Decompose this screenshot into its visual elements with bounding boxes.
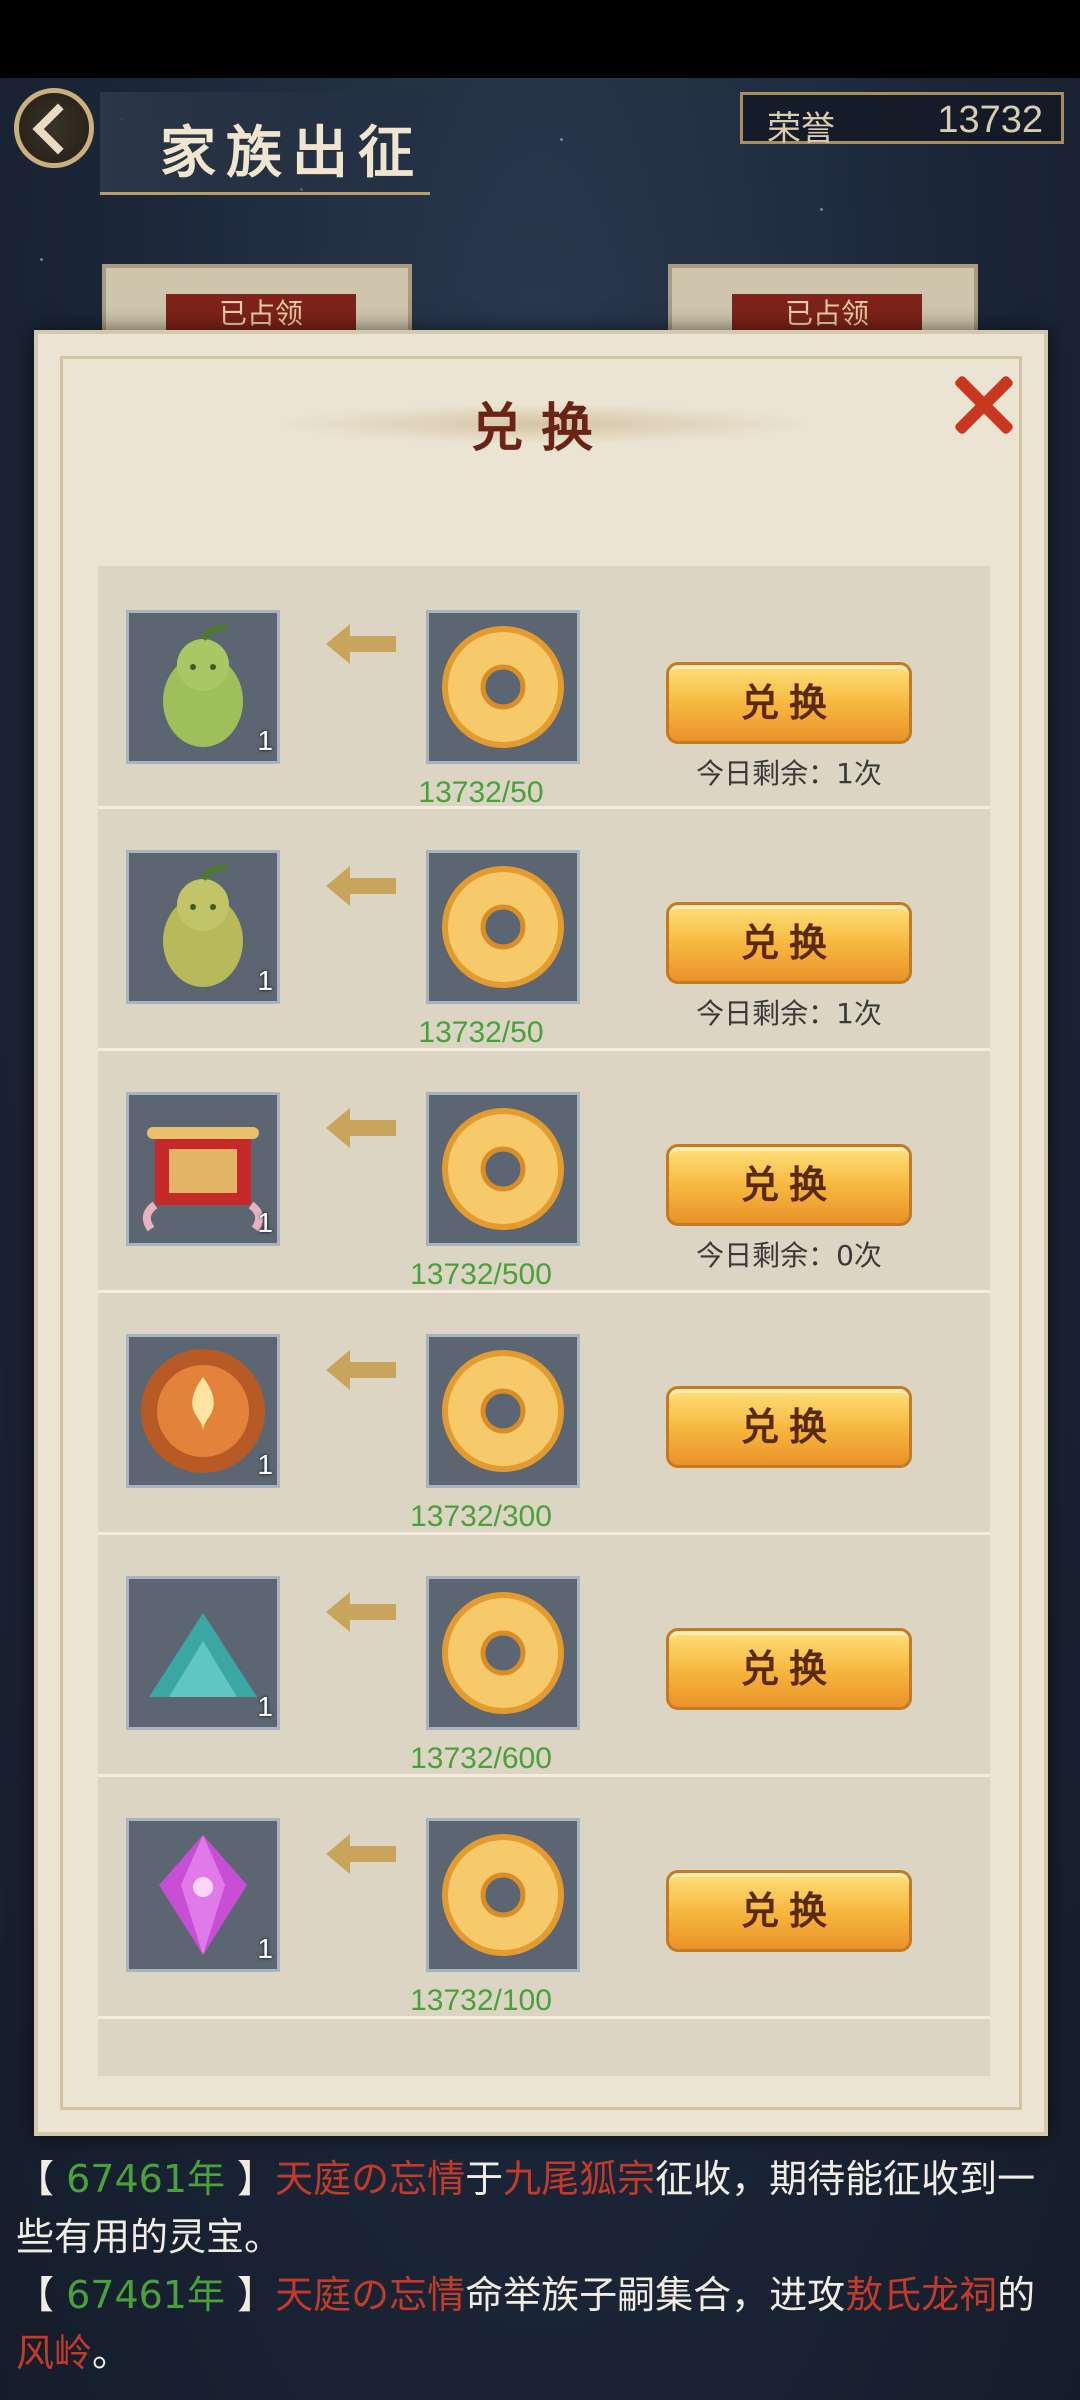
log-text: 的 <box>997 2273 1036 2317</box>
arrow-left-icon <box>326 1834 396 1874</box>
arrow-left-icon <box>326 866 396 906</box>
exchange-row: 1 13732/50 兑换 今日剩余：1次 <box>98 566 990 809</box>
occupied-tag: 已占领 <box>166 294 356 334</box>
teal-sand-icon <box>149 1613 257 1697</box>
remaining-today: 今日剩余：1次 <box>696 757 882 790</box>
gold-coin-icon <box>442 1350 564 1472</box>
honor-label: 荣誉 <box>767 109 835 149</box>
pear-baby-icon <box>163 625 243 747</box>
territory-card-right: 已占领 <box>668 264 978 334</box>
back-button[interactable] <box>14 88 94 168</box>
log-entry: 【 67461年 】天庭の忘情于九尾狐宗征收，期待能征收到一些有用的灵宝。 <box>16 2157 1036 2259</box>
log-place: 风岭 <box>16 2331 93 2375</box>
gold-coin-icon <box>442 1834 564 1956</box>
honor-coin-slot <box>426 610 580 764</box>
honor-coin-slot <box>426 1334 580 1488</box>
cost-label: 13732/50 <box>418 1016 544 1049</box>
cost-label: 13732/300 <box>410 1500 552 1533</box>
log-text: 于 <box>465 2157 504 2201</box>
honor-coin-slot <box>426 1576 580 1730</box>
log-actor: 天庭の忘情 <box>275 2157 466 2201</box>
arrow-left-icon <box>326 1592 396 1632</box>
pear-baby-icon <box>163 865 243 987</box>
occupied-tag: 已占领 <box>732 294 922 334</box>
honor-display: 荣誉 13732 <box>740 92 1064 149</box>
exchange-row: 1 13732/50 兑换 今日剩余：1次 <box>98 808 990 1051</box>
status-bar <box>0 0 1080 78</box>
honor-value: 13732 <box>937 99 1043 141</box>
log-year: 67461年 <box>66 2157 225 2201</box>
arrow-left-icon <box>326 624 396 664</box>
reward-item-slot[interactable]: 1 <box>126 850 280 1004</box>
log-text: 。 <box>92 2331 131 2375</box>
remaining-today: 今日剩余：1次 <box>696 997 882 1030</box>
exchange-row: 1 13732/500 兑换 今日剩余：0次 <box>98 1050 990 1293</box>
exchange-row: 1 13732/300 兑换 <box>98 1292 990 1535</box>
arrow-left-icon <box>326 1350 396 1390</box>
arrow-left-icon <box>326 1108 396 1148</box>
item-count: 1 <box>257 1933 273 1964</box>
honor-coin-slot <box>426 1818 580 1972</box>
item-count: 1 <box>257 1207 273 1238</box>
exchange-button[interactable]: 兑换 <box>666 1870 912 1952</box>
item-count: 1 <box>257 725 273 756</box>
purple-crystal-icon <box>159 1835 247 1955</box>
cost-label: 13732/600 <box>410 1742 552 1775</box>
reward-item-slot[interactable]: 1 <box>126 1092 280 1246</box>
exchange-list: 1 13732/50 兑换 今日剩余：1次 1 13732/50 兑换 今日剩余… <box>98 566 990 2076</box>
reward-item-slot[interactable]: 1 <box>126 1576 280 1730</box>
reward-item-slot[interactable]: 1 <box>126 1334 280 1488</box>
exchange-button[interactable]: 兑换 <box>666 902 912 984</box>
item-count: 1 <box>257 1691 273 1722</box>
exchange-button[interactable]: 兑换 <box>666 662 912 744</box>
page-title: 家族出征 <box>160 120 424 186</box>
honor-coin-slot <box>426 1092 580 1246</box>
exchange-button[interactable]: 兑换 <box>666 1628 912 1710</box>
close-button[interactable] <box>948 370 1018 440</box>
gold-coin-icon <box>442 1108 564 1230</box>
red-scroll-icon <box>142 1127 264 1232</box>
reward-item-slot[interactable]: 1 <box>126 610 280 764</box>
exchange-row: 1 13732/600 兑换 <box>98 1534 990 1777</box>
remaining-today: 今日剩余：0次 <box>696 1239 882 1272</box>
cost-label: 13732/500 <box>410 1258 552 1291</box>
gold-coin-icon <box>442 1592 564 1714</box>
log-entry: 【 67461年 】天庭の忘情命举族子嗣集合，进攻敖氏龙祠的风岭。 <box>16 2273 1036 2375</box>
exchange-dialog: 兑换 1 13732/50 兑换 今日剩余：1次 1 13732/50 兑换 今… <box>34 330 1048 2136</box>
log-place: 九尾狐宗 <box>503 2157 656 2201</box>
cost-label: 13732/50 <box>418 776 544 809</box>
exchange-row: 1 13732/100 兑换 <box>98 1776 990 2019</box>
gold-coin-icon <box>442 626 564 748</box>
honor-coin-slot <box>426 850 580 1004</box>
fire-orb-icon <box>141 1349 265 1473</box>
exchange-button[interactable]: 兑换 <box>666 1386 912 1468</box>
log-year: 67461年 <box>66 2273 225 2317</box>
item-count: 1 <box>257 965 273 996</box>
log-actor: 天庭の忘情 <box>275 2273 466 2317</box>
territory-card-left: 已占领 <box>102 264 412 334</box>
log-text: 命举族子嗣集合，进攻 <box>465 2273 846 2317</box>
reward-item-slot[interactable]: 1 <box>126 1818 280 1972</box>
log-place: 敖氏龙祠 <box>845 2273 998 2317</box>
exchange-button[interactable]: 兑换 <box>666 1144 912 1226</box>
gold-coin-icon <box>442 866 564 988</box>
dialog-title: 兑换 <box>470 398 611 459</box>
cost-label: 13732/100 <box>410 1984 552 2017</box>
chevron-left-icon <box>32 103 84 155</box>
item-count: 1 <box>257 1449 273 1480</box>
